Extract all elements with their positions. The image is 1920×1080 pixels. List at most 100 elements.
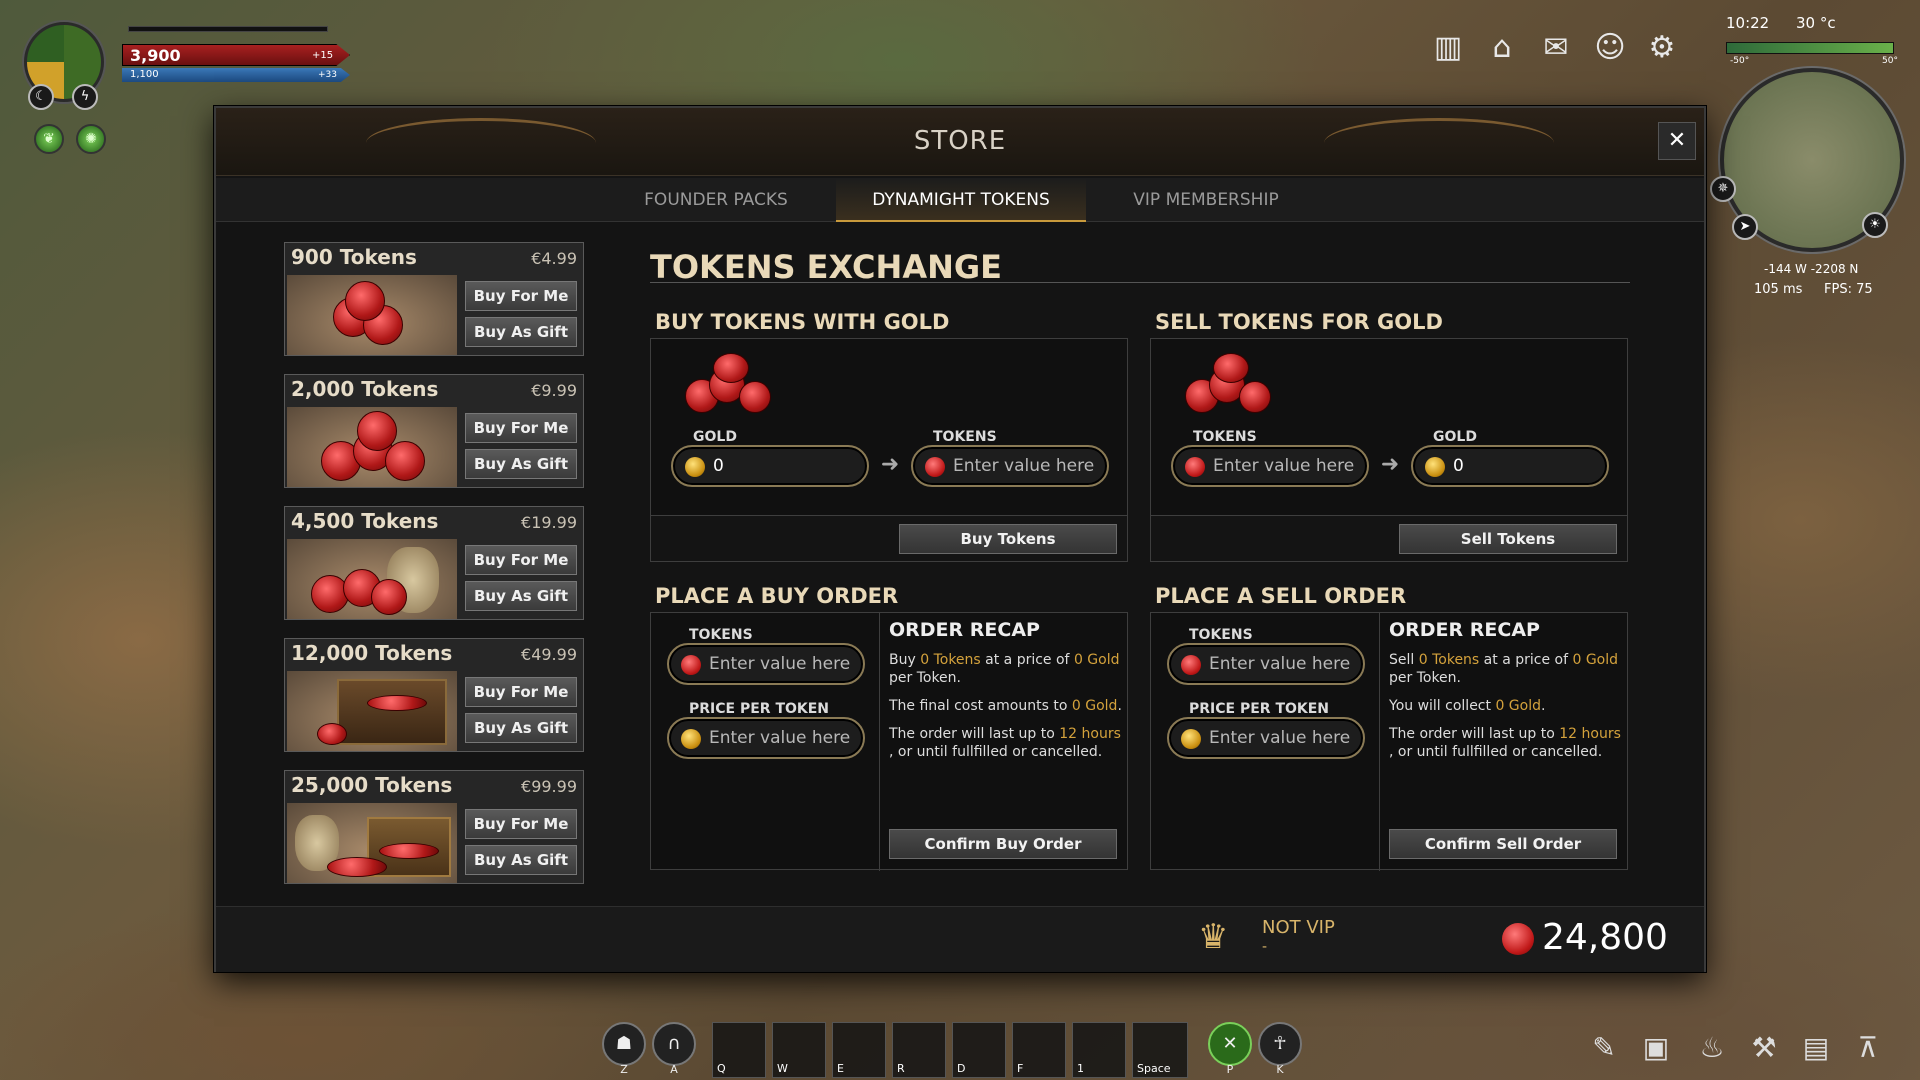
tokens-label: TOKENS — [933, 429, 997, 445]
hotbar-slot[interactable]: D — [952, 1022, 1006, 1078]
moon-icon[interactable]: ☾ — [28, 84, 54, 110]
book-icon[interactable]: ▤ — [1796, 1028, 1836, 1068]
order-recap-line: Sell 0 Tokens at a price of 0 Gold per T… — [1389, 652, 1619, 686]
temperature-bar — [1726, 42, 1894, 54]
price-per-token-input[interactable] — [709, 727, 857, 749]
bag-icon[interactable]: ▣ — [1636, 1028, 1676, 1068]
shop-icon[interactable]: ⌂ — [1482, 28, 1522, 68]
inventory-icon[interactable]: ▥ — [1428, 28, 1468, 68]
tokens-input[interactable] — [1213, 455, 1361, 477]
price-per-token-input[interactable] — [1209, 727, 1357, 749]
vip-status: NOT VIP — [1262, 917, 1335, 938]
ping: 105 ms — [1754, 282, 1803, 297]
settings-gear-icon[interactable]: ⚙ — [1642, 28, 1682, 68]
gold-input[interactable] — [1453, 455, 1601, 477]
lightning-icon[interactable]: ϟ — [72, 84, 98, 110]
buy-for-me-button[interactable]: Buy For Me — [465, 809, 577, 839]
buy-as-gift-button[interactable]: Buy As Gift — [465, 449, 577, 479]
fps: FPS: 75 — [1824, 282, 1873, 297]
anvil-icon[interactable]: ⊼ — [1848, 1028, 1888, 1068]
token-balance: 24,800 — [1542, 917, 1668, 958]
buy-as-gift-button[interactable]: Buy As Gift — [465, 581, 577, 611]
price-per-token-label: PRICE PER TOKEN — [1189, 701, 1330, 717]
skill-k-icon[interactable]: ☥ K — [1258, 1022, 1302, 1076]
sun-icon[interactable]: ☀ — [1862, 212, 1888, 238]
confirm-sell-order-button[interactable]: Confirm Sell Order — [1389, 829, 1617, 859]
feather-icon[interactable]: ✎ — [1584, 1028, 1624, 1068]
crafting-icon[interactable]: ♨ — [1692, 1028, 1732, 1068]
compass-icon[interactable]: ✵ — [1710, 176, 1736, 202]
sell-order-heading: PLACE A SELL ORDER — [1155, 584, 1407, 608]
hotbar-slot[interactable]: Q — [712, 1022, 766, 1078]
navigation-icon[interactable]: ➤ — [1732, 214, 1758, 240]
hotbar-slot[interactable]: 1 — [1072, 1022, 1126, 1078]
pack-name: 12,000 Tokens — [291, 641, 453, 665]
order-duration-line: The order will last up to 12 hours , or … — [1389, 726, 1621, 760]
hotbar-slot[interactable]: F — [1012, 1022, 1066, 1078]
order-recap-title: ORDER RECAP — [1389, 619, 1540, 641]
order-cost-line: The final cost amounts to 0 Gold. — [889, 698, 1122, 714]
close-button[interactable]: ✕ — [1658, 122, 1696, 160]
tokens-input-field — [1171, 445, 1369, 487]
panel-footer: Sell Tokens — [1151, 515, 1627, 561]
title-divider — [650, 282, 1630, 283]
buy-as-gift-button[interactable]: Buy As Gift — [465, 845, 577, 875]
buy-for-me-button[interactable]: Buy For Me — [465, 281, 577, 311]
temperature-high: 50° — [1882, 56, 1898, 66]
pack-image — [287, 539, 457, 619]
order-tokens-input[interactable] — [709, 653, 857, 675]
coordinates: -144 W -2208 N — [1764, 262, 1859, 276]
store-header: STORE ✕ — [216, 108, 1704, 176]
store-title: STORE — [913, 126, 1007, 156]
skill-a-icon[interactable]: ∩ A — [652, 1022, 696, 1076]
exchange-title: TOKENS EXCHANGE — [650, 248, 1002, 286]
pack-image — [287, 275, 457, 355]
tab-vip-membership[interactable]: VIP MEMBERSHIP — [1106, 178, 1306, 222]
order-tokens-input[interactable] — [1209, 653, 1357, 675]
price-input-field — [1167, 717, 1365, 759]
buy-as-gift-button[interactable]: Buy As Gift — [465, 317, 577, 347]
panel-footer: Buy Tokens — [651, 515, 1127, 561]
tokens-label: TOKENS — [1193, 429, 1257, 445]
tab-founder-packs[interactable]: FOUNDER PACKS — [616, 178, 816, 222]
buy-for-me-button[interactable]: Buy For Me — [465, 545, 577, 575]
pack-price: €49.99 — [521, 645, 577, 664]
tokens-label: TOKENS — [689, 627, 753, 643]
sell-tokens-button[interactable]: Sell Tokens — [1399, 524, 1617, 554]
pack-name: 2,000 Tokens — [291, 377, 439, 401]
pack-image — [287, 803, 457, 883]
tokens-input[interactable] — [953, 455, 1101, 477]
skill-z-icon[interactable]: ☗ Z — [602, 1022, 646, 1076]
pack-price: €4.99 — [531, 249, 577, 268]
gold-input[interactable] — [713, 455, 861, 477]
buy-order-heading: PLACE A BUY ORDER — [655, 584, 899, 608]
hotbar-slot[interactable]: W — [772, 1022, 826, 1078]
tokens-input-field — [1167, 643, 1365, 685]
tab-dynamight-tokens[interactable]: DYNAMIGHT TOKENS — [836, 178, 1086, 222]
buy-tokens-button[interactable]: Buy Tokens — [899, 524, 1117, 554]
store-footer: ♛ NOT VIP - 24,800 — [216, 906, 1704, 972]
confirm-buy-order-button[interactable]: Confirm Buy Order — [889, 829, 1117, 859]
order-duration-line: The order will last up to 12 hours , or … — [889, 726, 1121, 760]
hotbar-slot[interactable]: E — [832, 1022, 886, 1078]
mana-regen: +33 — [318, 70, 337, 80]
token-stack-icon — [1185, 353, 1285, 415]
buy-for-me-button[interactable]: Buy For Me — [465, 677, 577, 707]
sell-tokens-panel: TOKENS ➜ GOLD Sell Tokens — [1150, 338, 1628, 562]
gold-label: GOLD — [1433, 429, 1477, 445]
health-value: 3,900 — [130, 46, 181, 65]
temperature: 30 °c — [1796, 14, 1836, 32]
pack-name: 4,500 Tokens — [291, 509, 439, 533]
sell-order-panel: TOKENS PRICE PER TOKEN ORDER RECAP Sell … — [1150, 612, 1628, 871]
tools-icon[interactable]: ⚒ — [1744, 1028, 1784, 1068]
skill-p-icon[interactable]: ✕ P — [1208, 1022, 1252, 1076]
mail-icon[interactable]: ✉ — [1536, 28, 1576, 68]
hotbar-slot[interactable]: R — [892, 1022, 946, 1078]
buy-as-gift-button[interactable]: Buy As Gift — [465, 713, 577, 743]
social-icon[interactable]: ☺ — [1590, 28, 1630, 68]
buy-for-me-button[interactable]: Buy For Me — [465, 413, 577, 443]
token-pack: 12,000 Tokens €49.99 Buy For Me Buy As G… — [284, 638, 584, 752]
hotbar-slot[interactable]: Space — [1132, 1022, 1188, 1078]
crown-icon: ♛ — [1198, 917, 1229, 957]
buy-tokens-heading: BUY TOKENS WITH GOLD — [655, 310, 950, 334]
